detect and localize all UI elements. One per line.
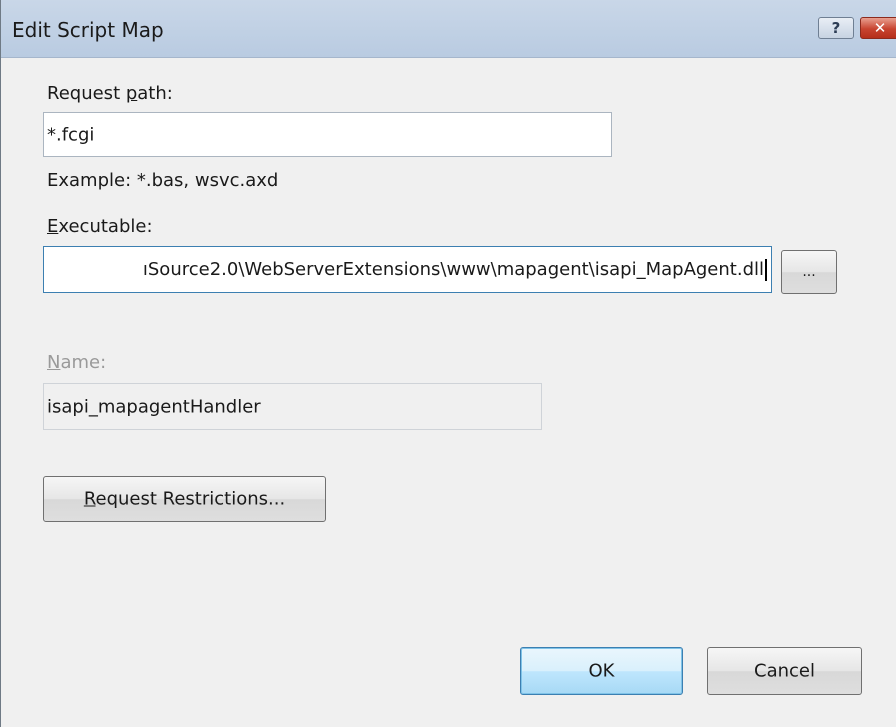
text-caret (765, 258, 767, 281)
executable-value-wrap: ıSource2.0\WebServerExtensions\www\mapag… (142, 258, 767, 281)
executable-label-mnemonic: E (47, 216, 59, 237)
title-bar: Edit Script Map ? ✕ (1, 0, 896, 58)
request-restrictions-text: equest Restrictions... (95, 488, 286, 510)
ok-button-label: OK (588, 660, 615, 682)
dialog-title: Edit Script Map (12, 18, 164, 42)
cancel-button[interactable]: Cancel (707, 647, 862, 695)
help-button[interactable]: ? (818, 17, 854, 39)
name-value: isapi_mapagentHandler (47, 396, 261, 417)
executable-value: ıSource2.0\WebServerExtensions\www\mapag… (142, 258, 764, 280)
name-input[interactable]: isapi_mapagentHandler (43, 383, 542, 430)
request-path-value: *.fcgi (47, 124, 95, 145)
ok-button[interactable]: OK (520, 647, 683, 695)
close-button[interactable]: ✕ (860, 17, 896, 39)
executable-input[interactable]: ıSource2.0\WebServerExtensions\www\mapag… (43, 246, 772, 293)
request-restrictions-mnemonic: R (83, 488, 96, 510)
close-icon: ✕ (873, 19, 887, 37)
executable-label-part: xecutable: (58, 216, 153, 237)
request-path-label-part: R (47, 83, 59, 104)
cancel-button-label: Cancel (754, 660, 815, 682)
name-label: Name: (47, 352, 106, 373)
request-path-label-mnemonic: p (125, 83, 138, 104)
request-path-label: Request path: (47, 83, 173, 104)
executable-label: Executable: (47, 216, 153, 237)
edit-script-map-dialog: Edit Script Map ? ✕ Request path: *.fcgi… (0, 0, 896, 727)
browse-button[interactable]: ... (781, 250, 837, 294)
request-path-input[interactable]: *.fcgi (43, 112, 612, 157)
request-restrictions-button[interactable]: Request Restrictions... (43, 476, 326, 522)
request-path-example: Example: *.bas, wsvc.axd (47, 170, 279, 191)
name-label-part: ame: (60, 352, 107, 373)
browse-button-label: ... (802, 264, 816, 280)
name-label-mnemonic: N (47, 352, 61, 373)
help-icon: ? (831, 19, 841, 37)
request-path-label-part: equest (58, 83, 126, 104)
request-path-label-part: ath: (137, 83, 173, 104)
request-restrictions-label: Request Restrictions... (44, 489, 325, 510)
